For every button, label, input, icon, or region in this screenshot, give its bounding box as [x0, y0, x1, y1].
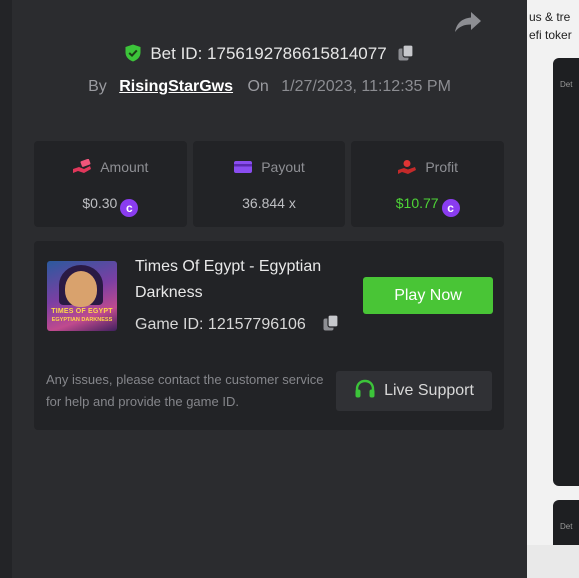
on-label: On — [247, 78, 269, 95]
copy-icon[interactable] — [397, 44, 415, 62]
stat-payout-value: 36.844 x — [242, 195, 296, 211]
bet-id-value: 1756192786615814077 — [207, 44, 387, 63]
game-id-row: Game ID: 12157796106 — [135, 314, 340, 334]
background-page-left — [0, 0, 12, 578]
stat-profit-value: $10.77 — [395, 195, 439, 211]
game-panel: TIMES OF EGYPT EGYPTIAN DARKNESS Times O… — [34, 241, 504, 430]
copy-icon[interactable] — [322, 314, 340, 332]
shield-check-icon — [125, 44, 141, 62]
stat-payout-header: Payout — [193, 159, 346, 175]
bet-details-modal: Bet ID: 1756192786615814077 By RisingSta… — [12, 0, 527, 578]
game-id-label: Game ID: — [135, 316, 204, 333]
stat-profit-header: Profit — [351, 159, 504, 175]
stat-payout-label: Payout — [261, 159, 305, 175]
play-now-button[interactable]: Play Now — [363, 277, 493, 314]
bet-date: 1/27/2023, 11:12:35 PM — [281, 78, 451, 95]
username-link[interactable]: RisingStarGws — [119, 78, 233, 95]
profit-hand-icon — [398, 160, 417, 174]
money-hand-icon — [73, 158, 92, 173]
stat-amount-header: Amount — [34, 158, 187, 175]
thumbnail-subtitle: EGYPTIAN DARKNESS — [51, 317, 113, 323]
background-card — [553, 58, 579, 486]
background-footer — [527, 545, 579, 578]
game-id-value: 12157796106 — [207, 316, 306, 333]
background-card-label: Det — [560, 522, 573, 531]
live-support-button[interactable]: Live Support — [336, 371, 492, 411]
background-text-line: us & tre — [529, 10, 571, 24]
wallet-card-icon — [234, 161, 253, 173]
game-title: Times Of Egypt - Egyptian Darkness — [135, 258, 322, 301]
background-text-line: efi toker — [529, 28, 572, 42]
coin-icon: c — [441, 199, 460, 217]
stat-profit-value-row: $10.77 c — [351, 195, 504, 217]
stat-amount-value-row: $0.30 c — [34, 195, 187, 217]
background-text: us & tre efi toker — [529, 8, 572, 44]
by-label: By — [88, 78, 107, 95]
bet-id-row: Bet ID: 1756192786615814077 — [12, 44, 527, 64]
stat-amount-label: Amount — [100, 159, 149, 175]
support-hint-text: Any issues, please contact the customer … — [46, 372, 324, 409]
background-card-label: Det — [560, 80, 573, 89]
stat-amount: Amount $0.30 c — [34, 141, 187, 227]
thumbnail-title: TIMES OF EGYPT — [51, 308, 113, 315]
headset-icon — [355, 379, 375, 398]
stat-amount-value: $0.30 — [82, 195, 118, 211]
bet-stats: Amount $0.30 c Payout 36.844 x Profit $10… — [34, 141, 505, 227]
game-thumbnail[interactable]: TIMES OF EGYPT EGYPTIAN DARKNESS — [47, 261, 117, 331]
bet-id-label: Bet ID: — [150, 44, 203, 63]
bet-meta-row: By RisingStarGws On 1/27/2023, 11:12:35 … — [12, 78, 527, 96]
share-arrow-icon[interactable] — [454, 10, 482, 34]
stat-profit-label: Profit — [425, 159, 459, 175]
live-support-label: Live Support — [384, 382, 474, 399]
stat-profit: Profit $10.77 c — [351, 141, 505, 227]
stat-payout: Payout 36.844 x — [192, 141, 346, 227]
coin-icon: c — [120, 199, 139, 217]
